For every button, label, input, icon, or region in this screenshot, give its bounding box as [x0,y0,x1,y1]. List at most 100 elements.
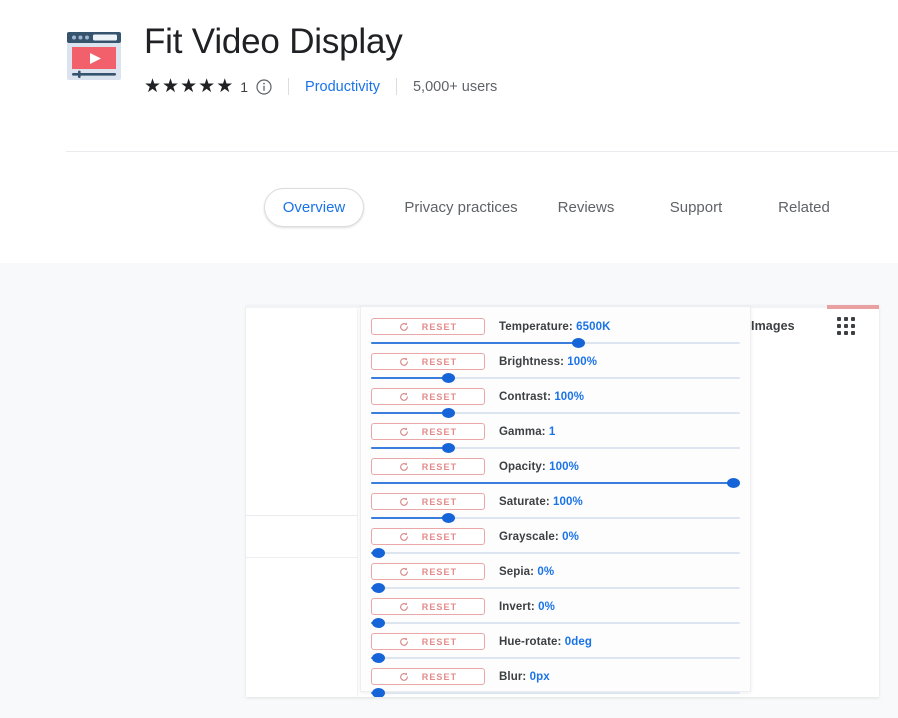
filter-slider[interactable] [371,442,740,454]
reset-button[interactable]: RESET [371,458,485,475]
refresh-icon [399,322,408,331]
rating-stars: ★ ★ ★ ★ ★ [144,77,233,96]
screenshot-band: Images RESET Temperature: 6500K RESET Brigh… [0,263,898,718]
filter-control-row: RESET Gamma: 1 [371,422,740,441]
reset-button-label: RESET [421,566,458,577]
reset-button[interactable]: RESET [371,493,485,510]
reset-button-label: RESET [421,321,458,332]
reset-button[interactable]: RESET [371,318,485,335]
page-header: Fit Video Display ★ ★ ★ ★ ★ 1 Productivi… [0,0,898,152]
header-divider [66,151,898,152]
filter-slider[interactable] [371,582,740,594]
images-label: Images [751,319,795,333]
filter-slider[interactable] [371,652,740,664]
screenshot-left-column [246,309,358,697]
tab-privacy-practices[interactable]: Privacy practices [402,188,520,227]
filter-control: RESET Temperature: 6500K [371,317,740,349]
filter-control-label: Hue-rotate: 0deg [499,636,592,648]
filter-value-text: 100% [553,495,583,508]
filter-slider[interactable] [371,337,740,349]
filter-slider[interactable] [371,512,740,524]
slider-track [371,552,740,554]
filter-slider[interactable] [371,372,740,384]
filter-control: RESET Grayscale: 0% [371,527,740,559]
reset-button[interactable]: RESET [371,598,485,615]
filter-value-text: 0% [537,565,555,578]
filter-value-text: 6500K [576,320,611,333]
filter-label-text: Temperature: [499,320,573,333]
screenshot-left-divider-2 [246,557,358,558]
tab-overview[interactable]: Overview [264,188,364,227]
tab-support[interactable]: Support [668,188,724,227]
filter-value-text: 0px [529,670,550,683]
filter-label-text: Saturate: [499,495,550,508]
refresh-icon [399,357,408,366]
tab-reviews[interactable]: Reviews [556,188,616,227]
slider-thumb[interactable] [372,548,386,558]
filter-label-text: Sepia: [499,565,535,578]
filter-control-row: RESET Blur: 0px [371,667,740,686]
reset-button[interactable]: RESET [371,528,485,545]
filter-value-text: 0deg [564,635,592,648]
star-icon-4: ★ [198,76,216,98]
meta-divider-2 [395,78,397,96]
page-title: Fit Video Display [144,22,403,61]
refresh-icon [399,567,408,576]
category-link[interactable]: Productivity [305,79,380,95]
filter-label-text: Opacity: [499,460,546,473]
filter-control: RESET Invert: 0% [371,597,740,629]
slider-thumb[interactable] [372,583,386,593]
refresh-icon [399,532,408,541]
slider-thumb[interactable] [442,408,456,418]
filter-slider[interactable] [371,617,740,629]
filter-control-label: Saturate: 100% [499,496,583,508]
reset-button[interactable]: RESET [371,423,485,440]
app-meta-row: ★ ★ ★ ★ ★ 1 Productivity 5,000+ users [144,77,497,96]
filter-control-label: Blur: 0px [499,671,550,683]
filter-control-label: Temperature: 6500K [499,321,611,333]
filter-control-row: RESET Hue-rotate: 0deg [371,632,740,651]
filter-control-row: RESET Grayscale: 0% [371,527,740,546]
filter-label-text: Invert: [499,600,535,613]
slider-thumb[interactable] [442,443,456,453]
slider-thumb[interactable] [372,653,386,663]
filter-slider[interactable] [371,547,740,559]
refresh-icon [399,602,408,611]
slider-thumb[interactable] [372,688,386,697]
refresh-icon [399,637,408,646]
slider-thumb[interactable] [726,478,740,488]
tab-related[interactable]: Related [776,188,832,227]
reset-button[interactable]: RESET [371,563,485,580]
filter-control-row: RESET Invert: 0% [371,597,740,616]
filter-control-row: RESET Contrast: 100% [371,387,740,406]
reset-button[interactable]: RESET [371,353,485,370]
reset-button[interactable]: RESET [371,668,485,685]
filter-control-label: Invert: 0% [499,601,555,613]
filter-value-text: 1 [548,425,556,438]
slider-thumb[interactable] [442,513,456,523]
filter-control: RESET Opacity: 100% [371,457,740,489]
slider-thumb[interactable] [372,618,386,628]
filter-slider[interactable] [371,407,740,419]
extension-screenshot[interactable]: Images RESET Temperature: 6500K RESET Brigh… [246,305,879,697]
reset-button[interactable]: RESET [371,633,485,650]
info-icon[interactable] [256,79,272,95]
slider-thumb[interactable] [442,373,456,383]
filter-slider[interactable] [371,477,740,489]
filter-control: RESET Saturate: 100% [371,492,740,524]
slider-track [371,622,740,624]
slider-thumb[interactable] [571,338,585,348]
filter-label-text: Grayscale: [499,530,559,543]
filter-control-row: RESET Saturate: 100% [371,492,740,511]
slider-fill [371,342,578,344]
filter-slider[interactable] [371,687,740,697]
reset-button[interactable]: RESET [371,388,485,405]
filter-label-text: Gamma: [499,425,546,438]
apps-grid-icon[interactable] [836,317,855,335]
extension-store-page: Fit Video Display ★ ★ ★ ★ ★ 1 Productivi… [0,0,898,718]
filter-label-text: Hue-rotate: [499,635,562,648]
refresh-icon [399,392,408,401]
filter-value-text: 0% [562,530,579,543]
filter-value-text: 0% [538,600,555,613]
filter-control: RESET Hue-rotate: 0deg [371,632,740,664]
